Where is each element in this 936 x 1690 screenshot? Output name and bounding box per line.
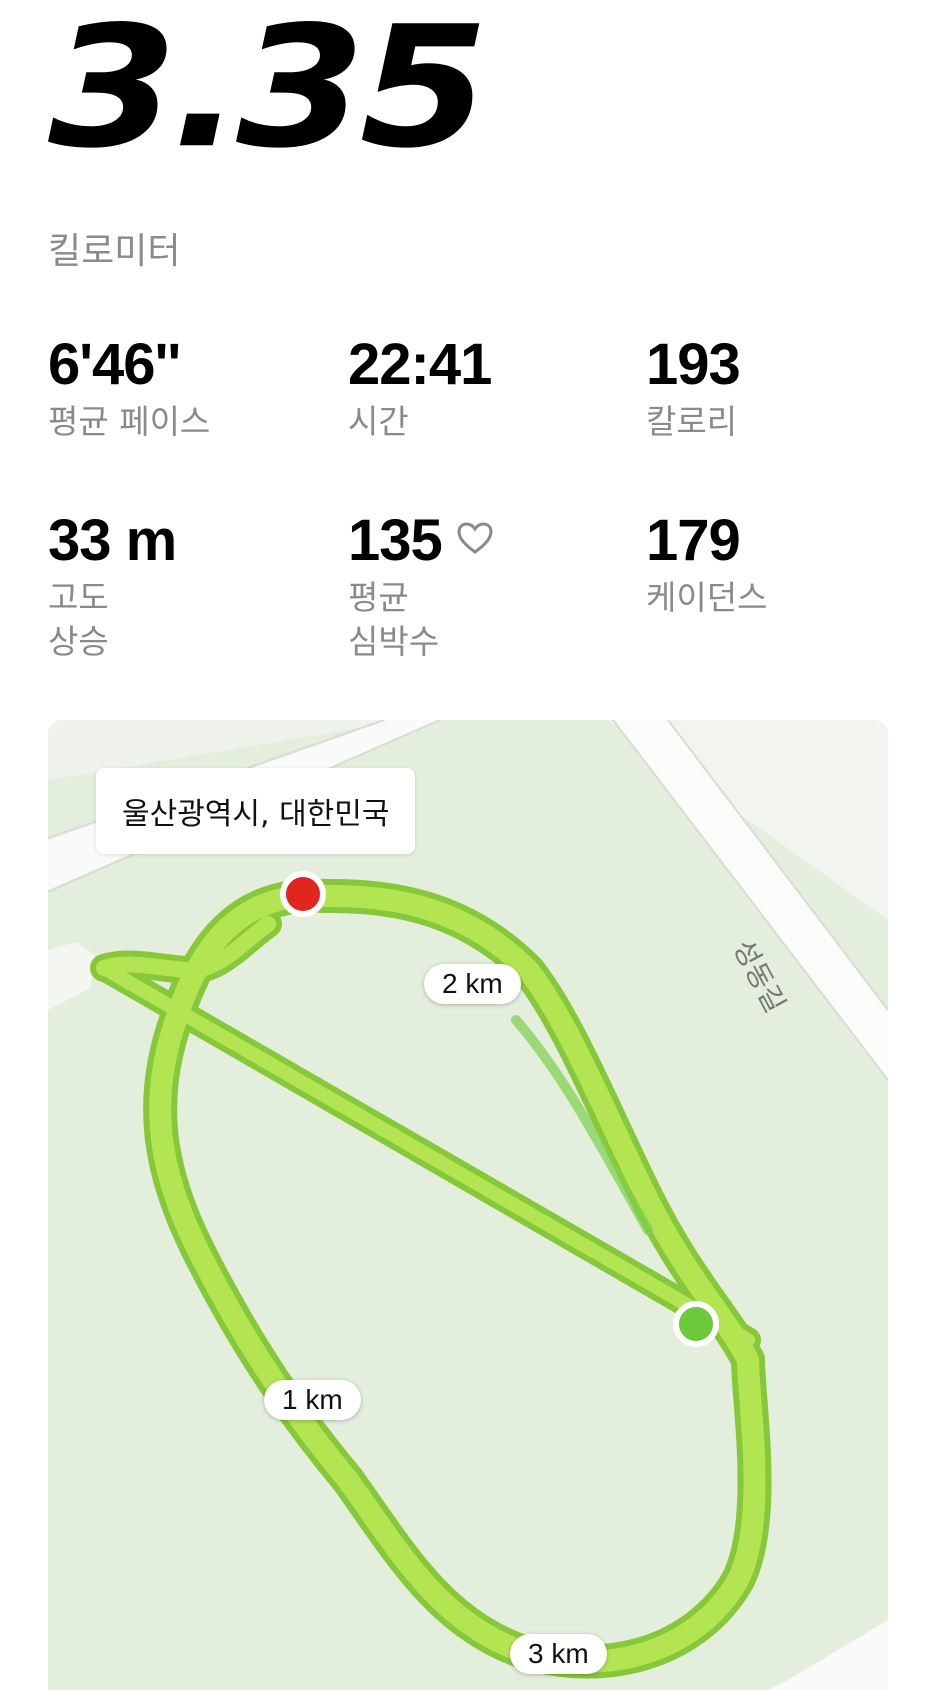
stat-elevation: 33 m 고도 상승 — [48, 508, 177, 664]
start-marker — [673, 1301, 719, 1347]
calories-value: 193 — [646, 332, 741, 397]
time-value: 22:41 — [348, 332, 492, 397]
end-marker — [280, 871, 326, 917]
km-marker-1: 1 km — [264, 1380, 361, 1420]
heart-rate-value: 135 — [348, 508, 443, 573]
route-map[interactable]: 울산광역시, 대한민국 1 km 2 km 3 km 성동길 — [48, 720, 888, 1690]
km-marker-3: 3 km — [510, 1634, 607, 1674]
elevation-value: 33 m — [48, 508, 177, 573]
elevation-label: 고도 상승 — [48, 578, 109, 661]
time-label: 시간 — [348, 402, 409, 441]
calories-label: 칼로리 — [646, 402, 738, 441]
cadence-value: 179 — [646, 508, 741, 573]
heart-rate-label: 평균 심박수 — [348, 578, 440, 661]
location-label: 울산광역시, 대한민국 — [96, 768, 416, 854]
pace-label: 평균 페이스 — [48, 402, 211, 441]
stat-pace: 6'46'' 평균 페이스 — [48, 336, 210, 444]
distance-unit: 킬로미터 — [48, 231, 181, 272]
cadence-label: 케이던스 — [646, 578, 768, 617]
route-path — [90, 878, 772, 1679]
km-marker-2: 2 km — [424, 964, 521, 1004]
distance-value: 3.35 — [48, 0, 489, 185]
map-canvas — [48, 720, 888, 1690]
stat-cadence: 179 케이던스 — [646, 512, 767, 620]
stat-heart-rate: 135 평균 심박수 — [348, 512, 494, 664]
stat-time: 22:41 시간 — [348, 332, 492, 444]
heart-icon — [457, 522, 493, 554]
pace-value: 6'46'' — [48, 332, 181, 397]
stat-calories: 193 칼로리 — [646, 332, 741, 444]
